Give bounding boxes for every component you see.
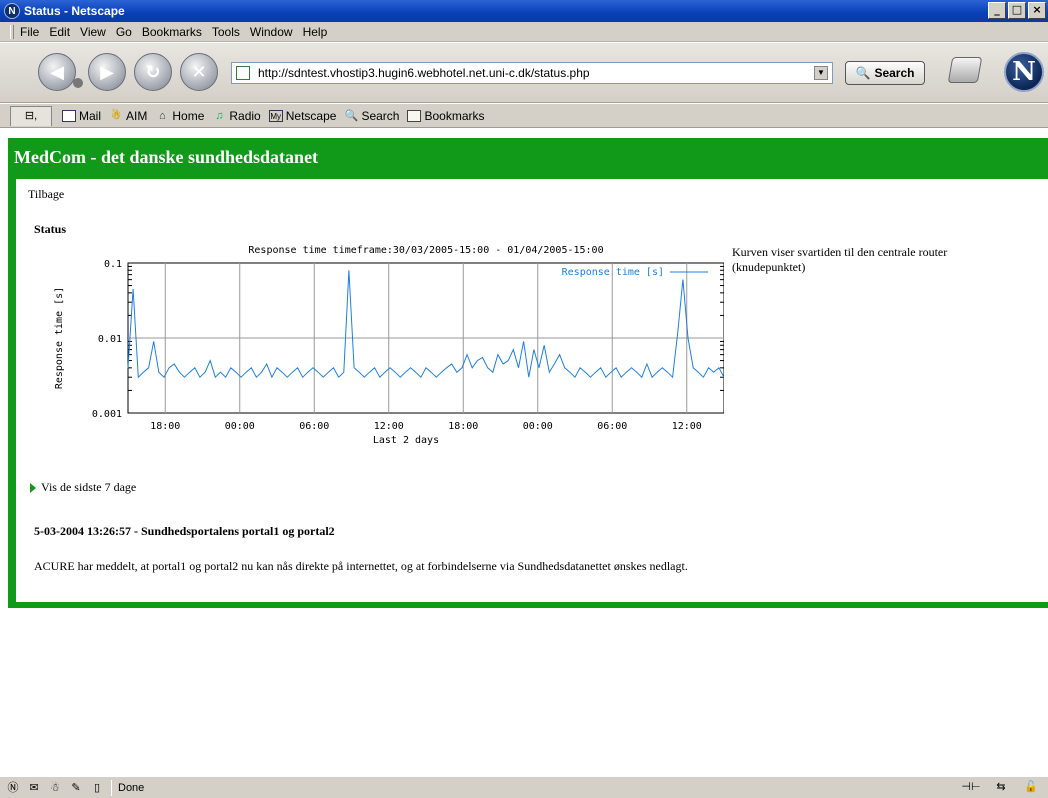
menu-bookmarks[interactable]: Bookmarks	[142, 25, 202, 39]
security-lock-icon[interactable]: 🔓	[1020, 780, 1042, 794]
netscape-app-icon: N	[4, 3, 20, 19]
back-button[interactable]: ◀	[38, 53, 83, 91]
site-title: MedCom - det danske sundhedsdatanet	[14, 147, 319, 167]
search-button[interactable]: 🔍 Search	[845, 61, 925, 85]
stop-icon: ✕	[191, 61, 207, 83]
toolbar-mail[interactable]: Mail	[62, 109, 101, 123]
mail-icon	[62, 109, 76, 122]
personal-toolbar: ⊟, Mail ☃ AIM ⌂ Home ♫ Radio My Netscape…	[0, 104, 1048, 128]
toolbar-search-label: Search	[361, 108, 400, 123]
toolbar-radio[interactable]: ♫ Radio	[212, 109, 260, 123]
menu-tools[interactable]: Tools	[212, 25, 240, 39]
page-content: MedCom - det danske sundhedsdatanet Tilb…	[0, 129, 1048, 774]
status-text: Done	[118, 781, 145, 794]
search-icon: 🔍	[344, 109, 359, 122]
mail-icon[interactable]: ✉	[26, 781, 42, 795]
network-icon[interactable]: ⇆	[990, 780, 1012, 794]
magnifier-icon: 🔍	[855, 66, 871, 80]
toolbar-radio-label: Radio	[229, 108, 261, 123]
news-title: 5-03-2004 13:26:57 - Sundhedsportalens p…	[34, 524, 335, 538]
radio-icon: ♫	[215, 109, 224, 122]
x-tick-label: 00:00	[523, 421, 553, 432]
response-time-chart: Response time timeframe:30/03/2005-15:00…	[34, 241, 725, 471]
menu-bar: File Edit View Go Bookmarks Tools Window…	[0, 22, 1048, 42]
toolbar-bookmarks-label: Bookmarks	[424, 108, 485, 123]
show-7-days-link[interactable]: Vis de sidste 7 dage	[30, 480, 136, 495]
toolbar-netscape-label: Netscape	[285, 108, 337, 123]
forward-icon: ▶	[100, 61, 114, 83]
url-bar[interactable]: ▼	[231, 62, 833, 84]
new-tab-button[interactable]: ⊟,	[10, 105, 52, 126]
back-link[interactable]: Tilbage	[28, 187, 64, 202]
y-tick-label: 0.1	[104, 259, 122, 270]
aim-icon[interactable]: ☃	[47, 781, 63, 795]
online-status-icon[interactable]: ⊣⊢	[960, 780, 982, 794]
back-dropdown[interactable]	[73, 78, 83, 88]
menu-edit[interactable]: Edit	[49, 25, 70, 39]
my-netscape-icon: My	[268, 109, 283, 122]
page-icon	[236, 66, 250, 80]
stop-button[interactable]: ✕	[180, 53, 218, 91]
navigator-icon[interactable]: Ⓝ	[5, 781, 21, 795]
toolbar-aim[interactable]: ☃ AIM	[109, 109, 147, 123]
menu-file[interactable]: File	[20, 25, 39, 39]
x-tick-label: 12:00	[374, 421, 404, 432]
status-bar: Ⓝ ✉ ☃ ✎ ▯ Done ⊣⊢ ⇆ 🔓	[0, 776, 1048, 798]
chart-svg: Response time timeframe:30/03/2005-15:00…	[54, 245, 725, 446]
maximize-button[interactable]: □	[1008, 2, 1026, 19]
toolbar-home[interactable]: ⌂ Home	[155, 109, 204, 123]
legend-label: Response time [s]	[562, 267, 664, 278]
menu-window[interactable]: Window	[250, 25, 293, 39]
toolbar-bookmarks[interactable]: Bookmarks	[407, 108, 485, 123]
x-tick-label: 12:00	[672, 421, 702, 432]
x-axis-label: Last 2 days	[373, 435, 439, 446]
reload-button[interactable]: ↻	[134, 53, 172, 91]
show-7-days-label: Vis de sidste 7 dage	[41, 480, 137, 494]
status-separator	[111, 779, 112, 796]
toolbar-home-label: Home	[172, 108, 205, 123]
content-panel: Tilbage Status Response time timeframe:3…	[16, 179, 1048, 602]
url-dropdown-icon[interactable]: ▼	[814, 66, 828, 80]
reload-icon: ↻	[145, 61, 161, 83]
chart-title: Response time timeframe:30/03/2005-15:00…	[248, 245, 603, 256]
x-tick-label: 06:00	[299, 421, 329, 432]
address-book-icon[interactable]: ▯	[89, 781, 105, 795]
toolbar-aim-label: AIM	[126, 108, 148, 123]
y-tick-label: 0.01	[98, 334, 122, 345]
back-icon: ◀	[50, 61, 64, 83]
window-title-bar[interactable]: N Status - Netscape _ □ ×	[0, 0, 1048, 22]
close-button[interactable]: ×	[1028, 2, 1046, 19]
url-input[interactable]	[256, 65, 816, 81]
aim-icon: ☃	[111, 109, 121, 122]
x-tick-label: 18:00	[150, 421, 180, 432]
window-title: Status - Netscape	[24, 4, 125, 18]
triangle-right-icon	[30, 482, 36, 493]
y-tick-label: 0.001	[92, 409, 122, 420]
news-body: ACURE har meddelt, at portal1 og portal2…	[34, 559, 688, 573]
menu-help[interactable]: Help	[303, 25, 328, 39]
minimize-button[interactable]: _	[988, 2, 1006, 19]
status-indicators: ⊣⊢ ⇆ 🔓	[960, 780, 1042, 794]
y-axis-label: Response time [s]	[54, 287, 65, 389]
menu-go[interactable]: Go	[116, 25, 132, 39]
toolbar-my-netscape[interactable]: My Netscape	[268, 108, 337, 123]
bookmarks-icon	[407, 109, 422, 122]
navigation-toolbar: ◀ ▶ ↻ ✕ ▼ 🔍 Search N	[0, 43, 1048, 103]
x-tick-label: 18:00	[448, 421, 478, 432]
chart-description: Kurven viser svartiden til den centrale …	[732, 245, 948, 274]
home-icon: ⌂	[159, 109, 166, 122]
netscape-logo[interactable]: N	[1004, 52, 1044, 92]
toolbar-grip[interactable]	[10, 24, 14, 39]
x-tick-label: 00:00	[225, 421, 255, 432]
composer-icon[interactable]: ✎	[68, 781, 84, 795]
x-tick-label: 06:00	[597, 421, 627, 432]
status-heading: Status	[34, 222, 67, 236]
print-icon[interactable]	[947, 57, 983, 83]
toolbar-search[interactable]: 🔍 Search	[344, 108, 400, 123]
menu-view[interactable]: View	[80, 25, 106, 39]
window-controls: _ □ ×	[988, 2, 1046, 19]
search-button-label: Search	[874, 66, 915, 80]
toolbar-mail-label: Mail	[79, 108, 102, 123]
forward-button[interactable]: ▶	[88, 53, 126, 91]
